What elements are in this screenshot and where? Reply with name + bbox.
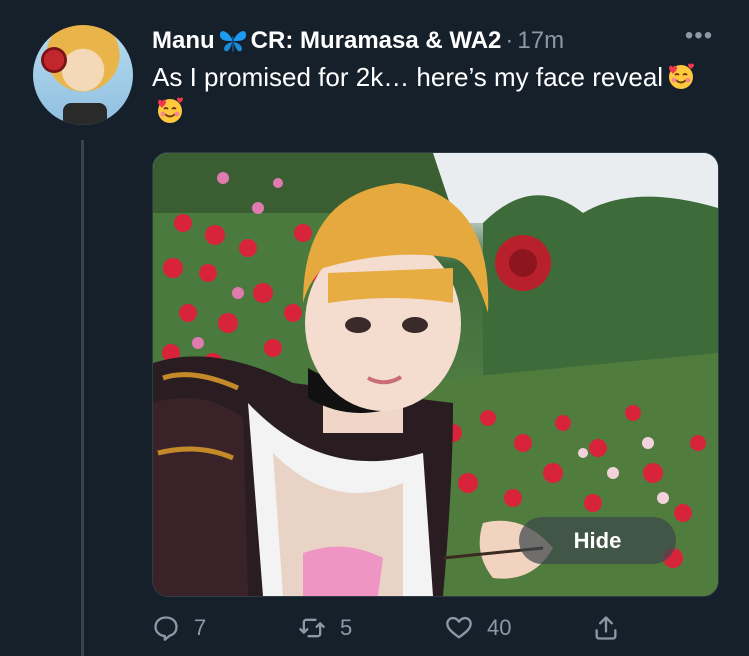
smiling-face-with-hearts-emoji-icon [666, 61, 696, 91]
author-name-suffix[interactable]: CR: Muramasa & WA2 [251, 27, 502, 55]
butterfly-icon [218, 28, 248, 54]
share-icon [595, 616, 617, 640]
like-count: 40 [487, 615, 512, 640]
avatar[interactable] [33, 25, 133, 125]
tweet-text-content: As I promised for 2k… here’s my face rev… [152, 62, 664, 92]
author-name[interactable]: Manu [152, 27, 215, 55]
header-separator: · [505, 27, 514, 54]
thread-line [81, 140, 84, 656]
share-button[interactable] [592, 608, 634, 648]
tweet-text: As I promised for 2k… here’s my face rev… [152, 60, 712, 128]
smiling-face-with-hearts-emoji-icon [155, 95, 185, 125]
retweet-button[interactable]: 5 [298, 608, 352, 648]
reply-count: 7 [194, 615, 207, 640]
tweet-actions-bar: 7 5 40 [0, 608, 749, 648]
reply-button[interactable]: 7 [152, 608, 206, 648]
avatar-collar-decoration [63, 103, 107, 125]
more-options-icon[interactable]: ••• [681, 24, 717, 52]
heart-icon [446, 616, 472, 639]
reply-icon [154, 616, 178, 641]
tweet-timestamp[interactable]: 17m [517, 27, 564, 55]
retweet-count: 5 [340, 615, 353, 640]
like-button[interactable]: 40 [445, 608, 511, 648]
hide-media-button[interactable]: Hide [519, 517, 676, 564]
retweet-icon [299, 618, 325, 638]
avatar-rose-decoration [41, 47, 67, 73]
tweet-header: Manu CR: Muramasa & WA2 · 17m [152, 25, 564, 57]
